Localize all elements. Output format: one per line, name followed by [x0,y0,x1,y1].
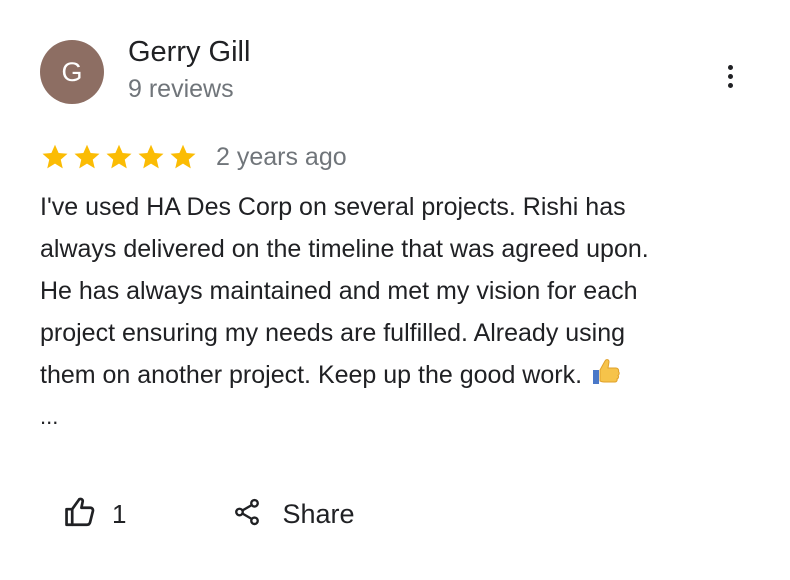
review-text-line: I've used HA Des Corp on several project… [40,193,626,221]
share-label: Share [282,498,355,529]
more-vert-icon-dot [727,82,733,88]
more-vert-icon-dot [727,73,733,79]
avatar-initial: G [61,56,83,87]
like-count: 1 [112,498,127,529]
avatar[interactable]: G [40,40,104,104]
star-icon [72,142,102,172]
star-icon [104,142,134,172]
more-options-button[interactable] [714,58,746,94]
more-vert-icon [727,64,733,70]
review-date: 2 years ago [216,142,347,171]
review-text-line-last: them on another project. Keep up the goo… [40,354,760,396]
thumbs-up-emoji [589,359,621,389]
like-button[interactable]: 1 [62,495,126,534]
star-icon [136,142,166,172]
author-review-count[interactable]: 9 reviews [128,75,234,104]
review-text: I've used HA Des Corp on several project… [40,186,760,396]
review-text-line: project ensuring my needs are fulfilled.… [40,319,626,347]
share-icon [232,496,262,533]
review-actions: 1 Share [62,494,355,534]
read-more-ellipsis[interactable]: ... [40,404,58,430]
star-rating [40,142,198,172]
share-button[interactable]: Share [232,496,355,533]
star-icon [40,142,70,172]
thumb-up-outline-icon [62,495,98,534]
review-card: G Gerry Gill 9 reviews 2 years ago I've … [0,0,790,580]
review-text-line: always delivered on the timeline that wa… [40,235,649,263]
rating-row: 2 years ago [40,140,347,174]
review-text-line: He has always maintained and met my visi… [40,277,638,305]
author-name[interactable]: Gerry Gill [128,36,250,69]
review-text-line: them on another project. Keep up the goo… [40,361,583,389]
star-icon [168,142,198,172]
